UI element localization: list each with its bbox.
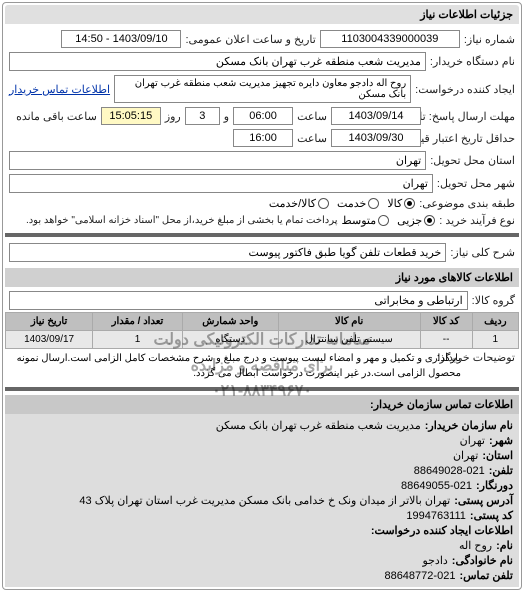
deadline-label: مهلت ارسال پاسخ: تا تاریخ: — [425, 110, 515, 123]
postal-label: کد پستی: — [470, 510, 513, 522]
purchase-type-label: نوع فرآیند خرید : — [439, 214, 515, 227]
radio-dot-icon — [404, 198, 415, 209]
phone-label: تلفن: — [489, 465, 513, 477]
cell-date: 1403/09/17 — [6, 331, 93, 349]
radio-small-label: جزیی — [397, 214, 422, 227]
contact-block: نام سازمان خریدار: مدیریت شعب منطقه غرب ت… — [5, 414, 519, 587]
col-row: ردیف — [472, 313, 518, 331]
col-unit: واحد شمارش — [182, 313, 278, 331]
radio-both[interactable]: کالا/خدمت — [269, 197, 329, 210]
creator-header: اطلاعات ایجاد کننده درخواست: — [371, 525, 513, 537]
desc-label: شرح کلی نیاز: — [450, 246, 515, 259]
radio-goods[interactable]: کالا — [387, 197, 415, 210]
contact-phone-label: تلفن تماس: — [459, 570, 513, 582]
category-label: طبقه بندی موضوعی: — [419, 197, 515, 210]
explain-value: بارگذاری و تکمیل و مهر و امضاء لیست پیوس… — [9, 351, 461, 381]
cell-unit: دستگاه — [182, 331, 278, 349]
radio-dot-icon — [318, 198, 329, 209]
name-value: روح اله — [459, 540, 492, 552]
radio-goods-label: کالا — [387, 197, 402, 210]
radio-service[interactable]: خدمت — [337, 197, 379, 210]
min-validity-label: حداقل تاریخ اعتبار قیمت: تا تاریخ: — [425, 132, 515, 145]
deadline-date: 1403/09/14 — [331, 107, 421, 125]
family-value: دادجو — [422, 555, 447, 567]
group-value: ارتباطی و مخابراتی — [9, 291, 468, 310]
radio-small[interactable]: جزیی — [397, 214, 435, 227]
org-name-label: نام سازمان خریدار: — [425, 420, 513, 432]
address-value: تهران بالاتر از میدان ونک خ خدامی بانک م… — [79, 495, 450, 507]
days-value: 3 — [185, 107, 220, 125]
cell-qty: 1 — [93, 331, 183, 349]
cell-name: سیستم تلفن سانترال — [278, 331, 420, 349]
request-creator-value: روح اله دادجو معاون دایره تجهیز مدیریت ش… — [114, 75, 411, 103]
family-label: نام خانوادگی: — [452, 555, 513, 567]
col-date: تاریخ نیاز — [6, 313, 93, 331]
and-label: و — [224, 110, 229, 123]
buyer-contact-link[interactable]: اطلاعات تماس خریدار — [9, 83, 110, 96]
contact-city-label: شهر: — [489, 435, 513, 447]
min-validity-date: 1403/09/30 — [331, 129, 421, 147]
fax-label: دورنگار: — [476, 480, 513, 492]
fax-value: 021-88649055 — [401, 480, 472, 492]
radio-medium[interactable]: متوسط — [342, 214, 390, 227]
address-label: آدرس پستی: — [454, 495, 513, 507]
table-row[interactable]: 1 -- سیستم تلفن سانترال دستگاه 1 1403/09… — [6, 331, 519, 349]
org-name-value: مدیریت شعب منطقه غرب تهران بانک مسکن — [216, 420, 421, 432]
request-creator-label: ایجاد کننده درخواست: — [415, 83, 515, 96]
name-label: نام: — [496, 540, 513, 552]
number-value: 1103004339000039 — [320, 30, 460, 48]
postal-value: 1994763111 — [406, 510, 466, 522]
explain-label: توضیحات خریدار: — [465, 351, 515, 364]
buyer-name-value: مدیریت شعب منطقه غرب تهران بانک مسکن — [9, 52, 426, 71]
group-label: گروه کالا: — [472, 294, 515, 307]
desc-value: خرید قطعات تلفن گویا طبق فاکتور پیوست — [9, 243, 446, 262]
col-name: نام کالا — [278, 313, 420, 331]
radio-medium-label: متوسط — [342, 214, 377, 227]
col-code: کد کالا — [420, 313, 472, 331]
announce-label: تاریخ و ساعت اعلان عمومی: — [185, 33, 315, 46]
remaining-label: ساعت باقی مانده — [16, 110, 97, 123]
separator — [5, 387, 519, 391]
col-qty: تعداد / مقدار — [93, 313, 183, 331]
separator — [5, 233, 519, 237]
contact-phone-value: 021-88648772 — [384, 570, 455, 582]
number-label: شماره نیاز: — [464, 33, 515, 46]
time-label-1: ساعت — [297, 110, 327, 123]
buyer-name-label: نام دستگاه خریدار: — [430, 55, 515, 68]
panel-title: جزئیات اطلاعات نیاز — [5, 5, 519, 24]
city-value: تهران — [9, 174, 433, 193]
province-value: تهران — [9, 151, 426, 170]
radio-dot-icon — [424, 215, 435, 226]
min-validity-time: 16:00 — [233, 129, 293, 147]
remaining-value: 15:05:15 — [101, 107, 161, 125]
city-label: شهر محل تحویل: — [437, 177, 515, 190]
contact-province-label: استان: — [482, 450, 513, 462]
day-label: روز — [165, 110, 181, 123]
announce-value: 1403/09/10 - 14:50 — [61, 30, 181, 48]
radio-both-label: کالا/خدمت — [269, 197, 316, 210]
cell-code: -- — [420, 331, 472, 349]
radio-dot-icon — [368, 198, 379, 209]
province-label: استان محل تحویل: — [430, 154, 515, 167]
contact-province-value: تهران — [453, 450, 478, 462]
time-label-2: ساعت — [297, 132, 327, 145]
phone-value: 021-88649028 — [414, 465, 485, 477]
items-header: اطلاعات کالاهای مورد نیاز — [5, 268, 519, 287]
radio-service-label: خدمت — [337, 197, 366, 210]
radio-dot-icon — [378, 215, 389, 226]
items-table: ردیف کد کالا نام کالا واحد شمارش تعداد /… — [5, 312, 519, 349]
purchase-note: پرداخت تمام یا بخشی از مبلغ خرید،از محل … — [26, 215, 338, 226]
contact-header: اطلاعات تماس سازمان خریدار: — [5, 395, 519, 414]
contact-city-value: تهران — [460, 435, 485, 447]
deadline-time: 06:00 — [233, 107, 293, 125]
cell-row: 1 — [472, 331, 518, 349]
